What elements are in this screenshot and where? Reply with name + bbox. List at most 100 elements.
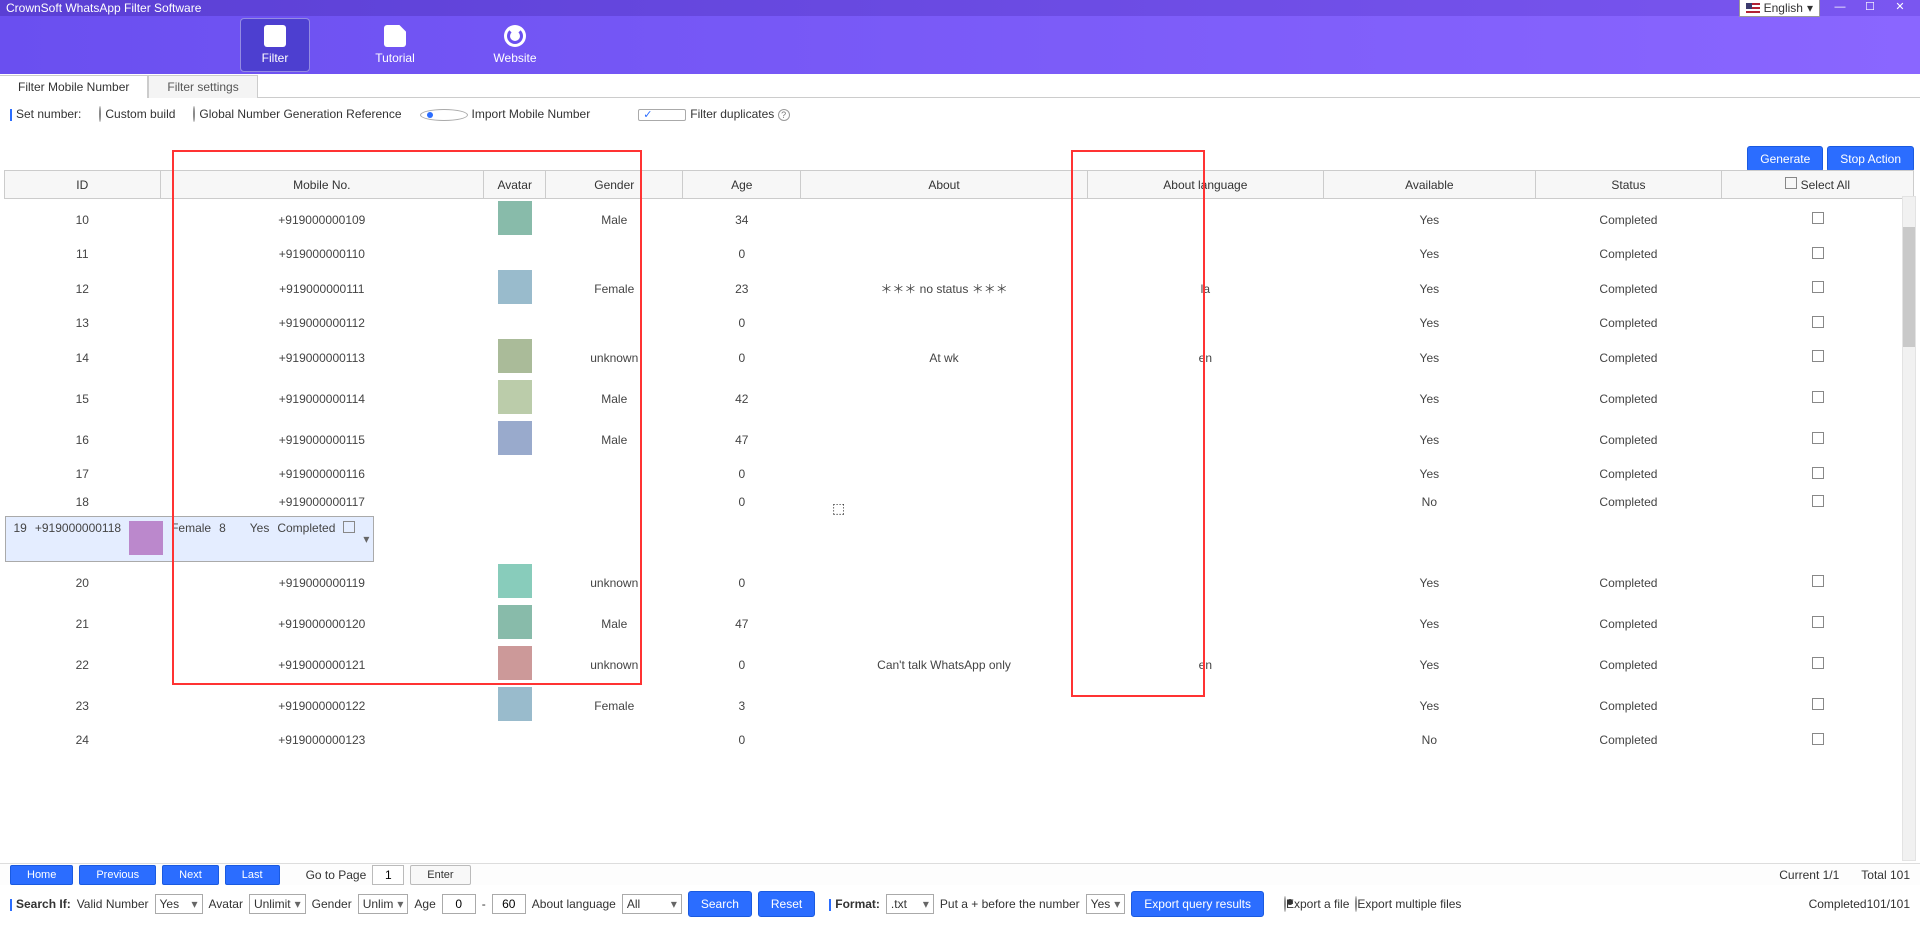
avatar-icon (498, 339, 532, 373)
cell-select[interactable] (1722, 603, 1914, 644)
col-id[interactable]: ID (5, 171, 161, 199)
nav-website[interactable]: Website (480, 18, 550, 72)
export-results-button[interactable]: Export query results (1131, 891, 1264, 917)
table-row[interactable]: 16+919000000115Male47YesCompleted (5, 419, 1914, 460)
cell-select[interactable] (1722, 562, 1914, 603)
cell-mobile: +919000000122 (160, 685, 484, 726)
cell-age: 3 (683, 685, 801, 726)
col-about[interactable]: About (801, 171, 1087, 199)
radio-export-file[interactable]: Export a file (1284, 897, 1349, 912)
nav-filter[interactable]: Filter (240, 18, 310, 72)
cell-status: Completed (1535, 337, 1722, 378)
table-row[interactable]: 22+919000000121unknown0Can't talk WhatsA… (5, 644, 1914, 685)
cell-mobile: +919000000123 (160, 726, 484, 754)
col-available[interactable]: Available (1324, 171, 1536, 199)
table-row[interactable]: 19+919000000118Female8YesCompleted (5, 516, 375, 562)
col-status[interactable]: Status (1535, 171, 1722, 199)
table-scrollbar[interactable] (1902, 196, 1916, 861)
close-button[interactable]: ✕ (1886, 1, 1914, 15)
gender-select[interactable]: Unlim (358, 894, 409, 914)
col-mobile[interactable]: Mobile No. (160, 171, 484, 199)
stop-action-button[interactable]: Stop Action (1827, 146, 1914, 172)
radio-import-mobile[interactable]: Import Mobile Number (420, 107, 591, 121)
cell-avatar (484, 199, 546, 241)
cell-select[interactable] (1722, 726, 1914, 754)
cell-select[interactable] (1722, 460, 1914, 488)
next-button[interactable]: Next (162, 865, 219, 885)
cell-about (230, 519, 238, 559)
tab-filter-mobile[interactable]: Filter Mobile Number (0, 75, 148, 98)
table-row[interactable]: 10+919000000109Male34YesCompleted (5, 199, 1914, 241)
table-row[interactable]: 20+919000000119unknown0YesCompleted (5, 562, 1914, 603)
generate-button[interactable]: Generate (1747, 146, 1823, 172)
age-min-input[interactable] (442, 894, 476, 914)
cell-available: Yes (1324, 603, 1536, 644)
home-button[interactable]: Home (10, 865, 73, 885)
nav-tutorial[interactable]: Tutorial (360, 18, 430, 72)
cell-aboutlang (1087, 199, 1323, 241)
page-input[interactable] (372, 865, 404, 885)
cell-gender: Male (546, 378, 683, 419)
col-gender[interactable]: Gender (546, 171, 683, 199)
table-row[interactable]: 12+919000000111Female23＊＊＊ no status ＊＊＊… (5, 268, 1914, 309)
tab-filter-settings[interactable]: Filter settings (148, 75, 257, 98)
valid-select[interactable]: Yes (155, 894, 203, 914)
table-row[interactable]: 13+9190000001120YesCompleted (5, 309, 1914, 337)
previous-button[interactable]: Previous (79, 865, 156, 885)
avatar-select[interactable]: Unlimit (249, 894, 306, 914)
table-row[interactable]: 17+9190000001160YesCompleted (5, 460, 1914, 488)
minimize-button[interactable]: — (1826, 1, 1854, 15)
cell-gender: unknown (546, 562, 683, 603)
plus-select[interactable]: Yes (1086, 894, 1126, 914)
cell-aboutlang: en (1087, 337, 1323, 378)
table-row[interactable]: 18+9190000001170NoCompleted (5, 488, 1914, 516)
cell-select[interactable] (339, 519, 359, 559)
col-age[interactable]: Age (683, 171, 801, 199)
table-row[interactable]: 24+9190000001230NoCompleted (5, 726, 1914, 754)
cell-id: 18 (5, 488, 161, 516)
table-row[interactable]: 21+919000000120Male47YesCompleted (5, 603, 1914, 644)
cell-id: 20 (5, 562, 161, 603)
radio-global-ref[interactable]: Global Number Generation Reference (193, 107, 401, 122)
table-row[interactable]: 11+9190000001100YesCompleted (5, 240, 1914, 268)
age-max-input[interactable] (492, 894, 526, 914)
cell-id: 12 (5, 268, 161, 309)
col-select-all[interactable]: Select All (1722, 171, 1914, 199)
cell-aboutlang (1087, 378, 1323, 419)
cell-select[interactable] (1722, 337, 1914, 378)
cell-select[interactable] (1722, 268, 1914, 309)
reset-button[interactable]: Reset (758, 891, 815, 917)
cell-mobile: +919000000113 (160, 337, 484, 378)
table-row[interactable]: 14+919000000113unknown0At wkenYesComplet… (5, 337, 1914, 378)
search-button[interactable]: Search (688, 891, 752, 917)
maximize-button[interactable]: ☐ (1856, 1, 1884, 15)
cell-select[interactable] (1722, 685, 1914, 726)
check-filter-duplicates[interactable]: Filter duplicates ? (638, 107, 789, 121)
cell-select[interactable] (1722, 419, 1914, 460)
cell-about (801, 460, 1087, 488)
last-button[interactable]: Last (225, 865, 280, 885)
cell-select[interactable] (1722, 378, 1914, 419)
table-row[interactable]: 23+919000000122Female3YesCompleted (5, 685, 1914, 726)
cell-aboutlang (1087, 685, 1323, 726)
radio-export-multi[interactable]: Export multiple files (1355, 897, 1461, 912)
radio-custom-build[interactable]: Custom build (99, 107, 175, 122)
language-selector[interactable]: English ▾ (1739, 0, 1820, 17)
cell-age: 0 (683, 726, 801, 754)
cell-select[interactable] (1722, 240, 1914, 268)
cell-select[interactable] (1722, 488, 1914, 516)
enter-button[interactable]: Enter (410, 865, 470, 885)
cell-select[interactable] (1722, 199, 1914, 241)
col-about-lang[interactable]: About language (1087, 171, 1323, 199)
age-dash: - (482, 897, 486, 911)
aboutlang-select[interactable]: All (622, 894, 682, 914)
format-select[interactable]: .txt (886, 894, 934, 914)
cell-select[interactable] (1722, 644, 1914, 685)
searchif-label: Search If: (16, 897, 71, 911)
avatar-icon (498, 646, 532, 680)
help-icon[interactable]: ? (778, 109, 790, 121)
col-avatar[interactable]: Avatar (484, 171, 546, 199)
cell-select[interactable] (1722, 309, 1914, 337)
cell-available: Yes (1324, 268, 1536, 309)
table-row[interactable]: 15+919000000114Male42YesCompleted (5, 378, 1914, 419)
